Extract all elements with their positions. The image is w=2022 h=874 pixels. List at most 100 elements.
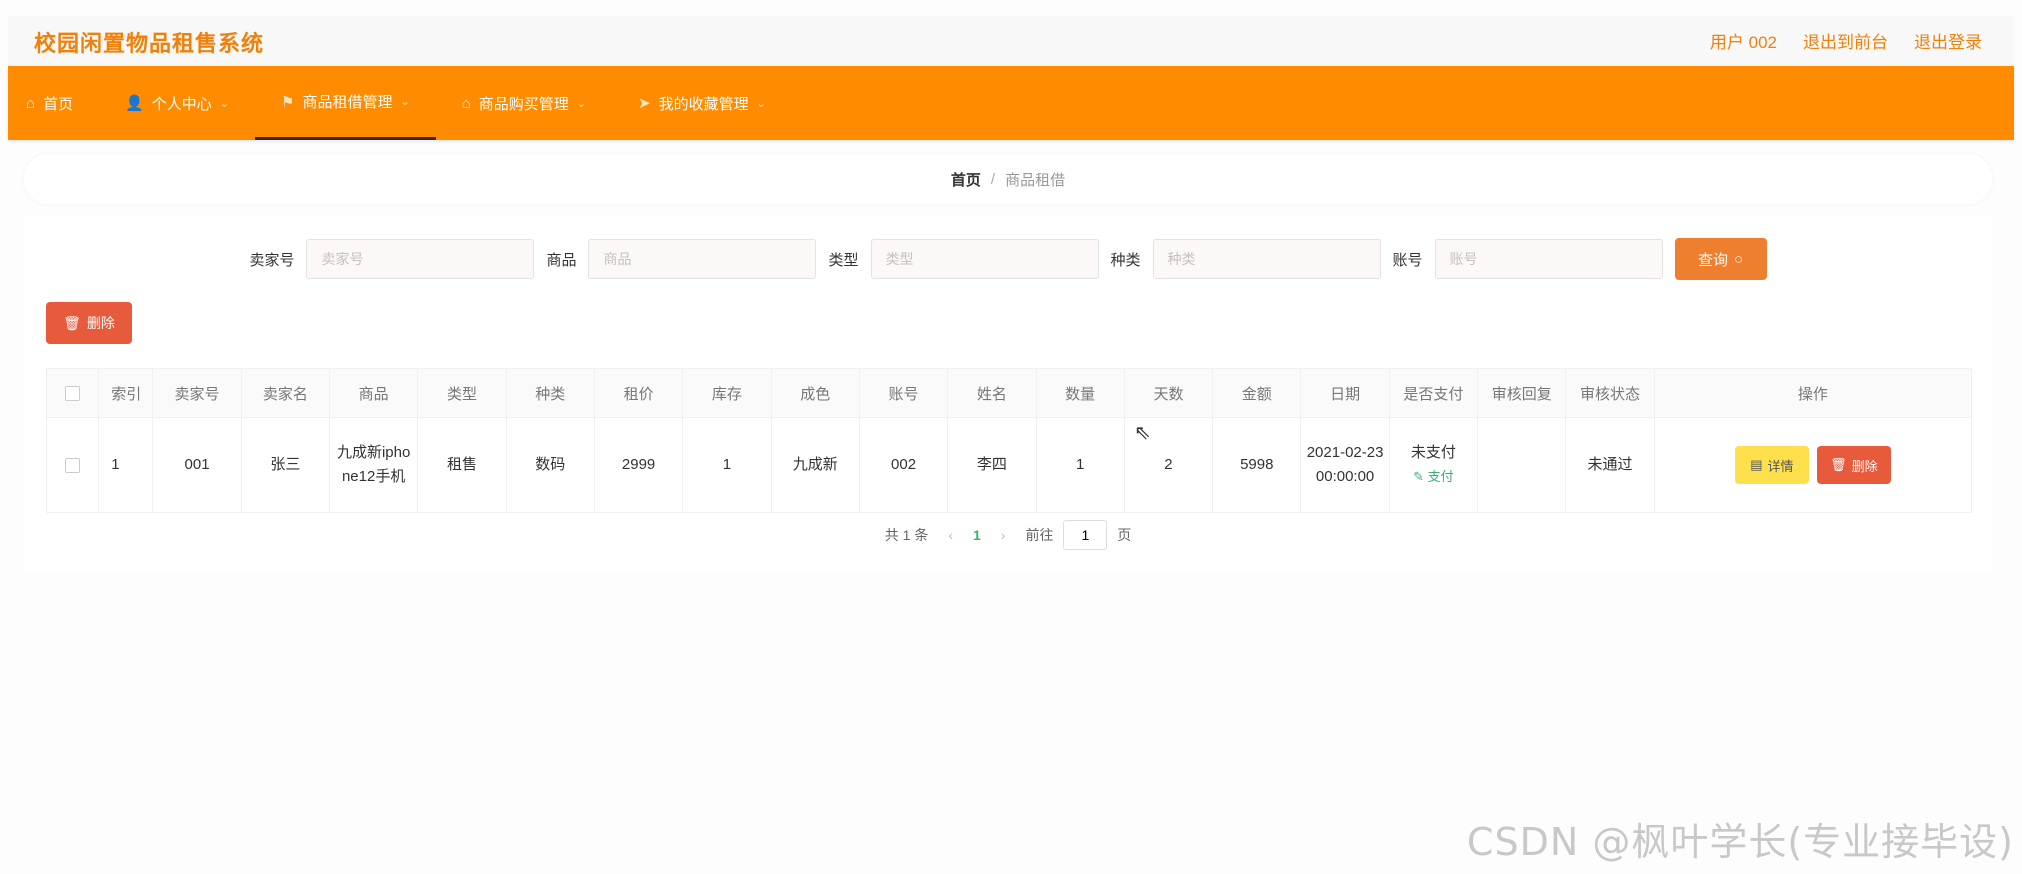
page-number[interactable]: 1 xyxy=(973,527,981,543)
seller-no-label: 卖家号 xyxy=(249,251,295,269)
table-cell: 1 xyxy=(1035,417,1125,513)
goto-page: 前往 页 xyxy=(1025,520,1131,550)
account-input[interactable] xyxy=(1434,239,1663,279)
delete-button[interactable]: 🗑 删除 xyxy=(1816,446,1891,484)
nav-label: 首页 xyxy=(43,95,74,113)
query-label: 查询 xyxy=(1697,251,1728,269)
column-header: 金额 xyxy=(1212,368,1302,418)
payment-cell: 未支付 ✎ 支付 xyxy=(1388,417,1479,513)
category-field: 种类 xyxy=(1111,239,1381,279)
table-cell: 李四 xyxy=(947,417,1037,513)
search-form: 卖家号 商品 类型 种类 账号 查询 ○ xyxy=(24,238,1992,280)
select-all-checkbox[interactable] xyxy=(65,386,81,402)
row-select-cell[interactable] xyxy=(45,417,100,513)
document-icon: ▤ xyxy=(1750,457,1763,472)
batch-delete-button[interactable]: 🗑 删除 xyxy=(46,302,132,344)
nav-item-rental[interactable]: ⚑ 商品租借管理 ⌄ xyxy=(255,66,436,140)
table-header-row: 索引 卖家号 卖家名 商品 类型 种类 租价 库存 成色 账号 姓名 数量 天数… xyxy=(45,368,1973,418)
column-header: 审核回复 xyxy=(1477,368,1567,418)
breadcrumb-current: 商品租借 xyxy=(1005,171,1066,189)
user-icon: 👤 xyxy=(125,95,144,112)
nav-item-favorites[interactable]: ➤ 我的收藏管理 ⌄ xyxy=(612,66,792,140)
top-header: 校园闲置物品租售系统 用户 002 退出到前台 退出登录 xyxy=(8,16,2014,67)
column-header: 租价 xyxy=(593,368,684,418)
watermark: CSDN @枫叶学长(专业接毕设) xyxy=(1466,820,2014,864)
nav-item-home[interactable]: ⌂ 首页 xyxy=(8,66,99,140)
column-header: 天数 xyxy=(1123,368,1214,418)
search-icon: ○ xyxy=(1734,250,1744,268)
table-cell: 九成新iphone12手机 xyxy=(328,417,419,513)
payment-status: 未支付 xyxy=(1410,444,1456,461)
page-suffix: 页 xyxy=(1117,527,1132,543)
seller-no-input[interactable] xyxy=(306,239,535,279)
back-to-front-link[interactable]: 退出到前台 xyxy=(1803,28,1888,53)
detail-label: 详情 xyxy=(1767,458,1794,474)
account-label: 账号 xyxy=(1392,251,1423,269)
product-field: 商品 xyxy=(546,239,817,279)
row-checkbox[interactable] xyxy=(65,457,81,473)
shop-icon: ⌂ xyxy=(461,94,471,112)
total-count: 共 1 条 xyxy=(884,527,929,543)
type-input[interactable] xyxy=(870,239,1099,279)
product-label: 商品 xyxy=(546,251,577,269)
seller-no-field: 卖家号 xyxy=(249,239,535,279)
product-input[interactable] xyxy=(588,239,817,279)
select-all-header[interactable] xyxy=(45,368,100,418)
pay-link[interactable]: ✎ 支付 xyxy=(1394,465,1473,489)
nav-label: 个人中心 xyxy=(151,95,212,113)
detail-button[interactable]: ▤ 详情 xyxy=(1734,446,1809,484)
app-title: 校园闲置物品租售系统 xyxy=(34,31,265,56)
nav-label: 商品购买管理 xyxy=(478,95,569,113)
breadcrumb: 首页 / 商品租借 xyxy=(24,154,1992,204)
actions-cell: ▤ 详情 🗑 删除 xyxy=(1653,417,1973,513)
nav-label: 商品租借管理 xyxy=(302,94,393,111)
type-field: 类型 xyxy=(828,239,1099,279)
breadcrumb-home[interactable]: 首页 xyxy=(951,169,981,190)
column-header: 审核状态 xyxy=(1565,368,1655,418)
logout-link[interactable]: 退出登录 xyxy=(1914,28,1982,53)
column-header: 类型 xyxy=(417,368,507,418)
main-nav: ⌂ 首页 👤 个人中心 ⌄ ⚑ 商品租借管理 ⌄ ⌂ 商品购买管理 ⌄ ➤ 我的… xyxy=(8,66,2014,140)
column-header: 是否支付 xyxy=(1388,368,1479,418)
user-label[interactable]: 用户 002 xyxy=(1710,28,1777,53)
nav-label: 我的收藏管理 xyxy=(658,95,749,113)
table-cell: 数码 xyxy=(505,417,595,513)
query-button[interactable]: 查询 ○ xyxy=(1674,238,1767,280)
send-icon: ➤ xyxy=(637,95,651,112)
chevron-down-icon: ⌄ xyxy=(756,97,766,110)
chevron-down-icon: ⌄ xyxy=(219,97,229,110)
edit-icon: ✎ xyxy=(1413,469,1428,484)
table-cell: 2021-02-23 00:00:00 xyxy=(1300,417,1390,513)
next-page-button[interactable]: › xyxy=(1001,527,1006,543)
table-cell: 2999 xyxy=(593,417,684,513)
nav-item-profile[interactable]: 👤 个人中心 ⌄ xyxy=(99,66,255,140)
table-cell: 租售 xyxy=(417,417,507,513)
delete-label: 删除 xyxy=(1851,458,1878,474)
table-cell: 1 xyxy=(98,417,154,513)
account-field: 账号 xyxy=(1393,239,1663,279)
prev-page-button[interactable]: ‹ xyxy=(948,527,953,543)
pay-label: 支付 xyxy=(1427,469,1454,484)
page-jump-input[interactable] xyxy=(1063,520,1108,550)
table-cell: 未通过 xyxy=(1565,417,1655,513)
nav-item-purchase[interactable]: ⌂ 商品购买管理 ⌄ xyxy=(436,66,612,140)
content-panel: 卖家号 商品 类型 种类 账号 查询 ○ 🗑 删除 xyxy=(24,216,1992,572)
table-cell: 001 xyxy=(152,417,242,513)
pagination: 共 1 条 ‹ 1 › 前往 页 xyxy=(24,518,1992,552)
trash-icon: 🗑 xyxy=(63,314,81,331)
category-input[interactable] xyxy=(1152,239,1381,279)
column-header: 成色 xyxy=(770,368,860,418)
column-header: 卖家名 xyxy=(240,368,331,418)
table-row: 1 001 张三 九成新iphone12手机 租售 数码 2999 1 九成新 … xyxy=(45,417,1973,513)
table-cell xyxy=(1477,417,1567,513)
mouse-cursor-icon: ⇖ xyxy=(1134,422,1151,444)
column-header: 库存 xyxy=(682,368,772,418)
data-table: 索引 卖家号 卖家名 商品 类型 种类 租价 库存 成色 账号 姓名 数量 天数… xyxy=(45,368,1973,513)
chevron-down-icon: ⌄ xyxy=(400,96,410,108)
type-label: 类型 xyxy=(828,251,859,269)
table-cell: 张三 xyxy=(240,417,331,513)
column-header: 种类 xyxy=(505,368,595,418)
goto-label: 前往 xyxy=(1025,527,1054,543)
breadcrumb-separator: / xyxy=(990,170,996,188)
chevron-down-icon: ⌄ xyxy=(576,97,586,110)
